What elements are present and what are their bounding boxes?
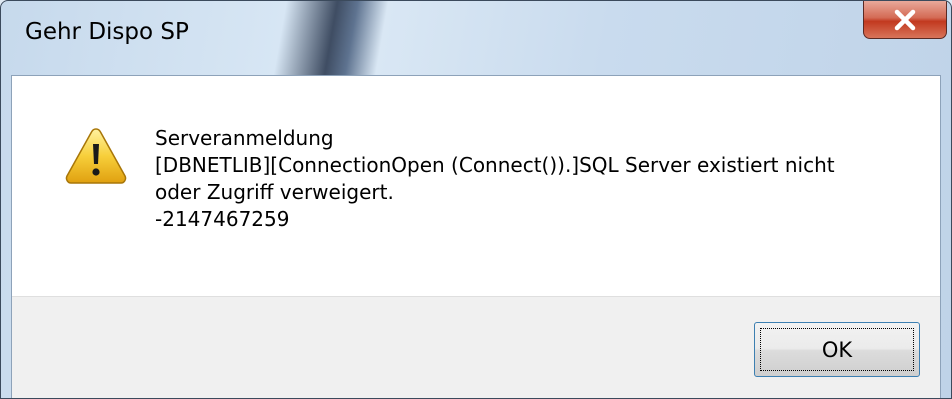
dialog-client-area: Serveranmeldung [DBNETLIB][ConnectionOpe… (11, 75, 941, 398)
close-button[interactable] (863, 1, 947, 39)
ok-button[interactable]: OK (754, 322, 920, 377)
message-line-error-cont: oder Zugriff verweigert. (155, 180, 394, 204)
close-icon (894, 9, 916, 30)
dialog-window: Gehr Dispo SP Serveranmeldung [DBNETLIB]… (0, 0, 952, 399)
message-area: Serveranmeldung [DBNETLIB][ConnectionOpe… (12, 76, 940, 296)
message-line-error: [DBNETLIB][ConnectionOpen (Connect()).]S… (155, 153, 835, 177)
warning-icon (65, 128, 127, 184)
button-bar: OK (12, 296, 940, 398)
message-line-code: -2147467259 (155, 207, 290, 231)
error-message: Serveranmeldung [DBNETLIB][ConnectionOpe… (155, 125, 935, 233)
title-bar[interactable]: Gehr Dispo SP (1, 1, 951, 75)
message-line-title: Serveranmeldung (155, 126, 334, 150)
window-title: Gehr Dispo SP (25, 19, 189, 45)
